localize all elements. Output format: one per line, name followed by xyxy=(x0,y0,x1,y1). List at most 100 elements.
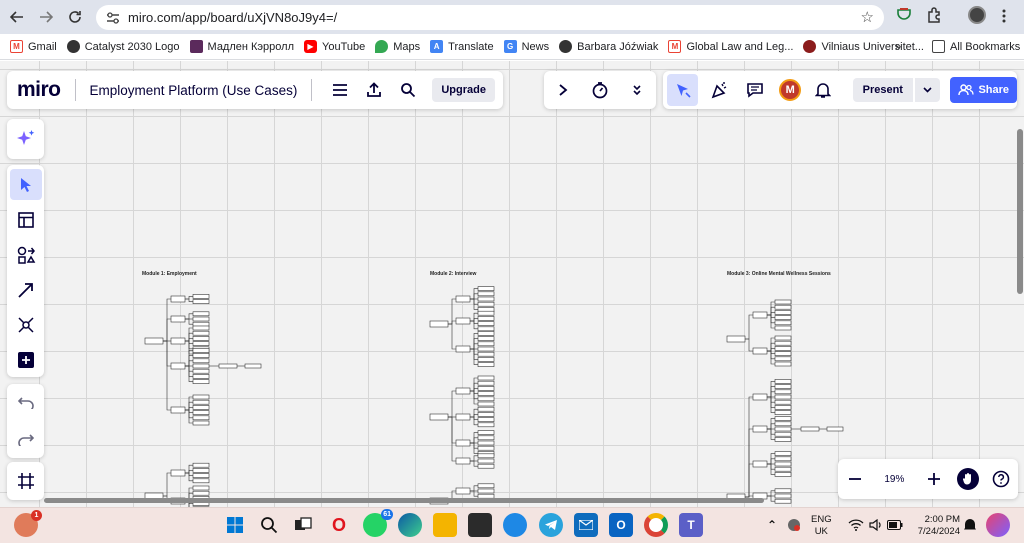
bookmark-news[interactable]: G News xyxy=(503,40,549,53)
mind-map-node[interactable] xyxy=(192,294,210,299)
safari-icon[interactable] xyxy=(503,513,527,537)
bookmark-maps[interactable]: Maps xyxy=(375,40,420,53)
mind-map-node[interactable] xyxy=(774,431,792,437)
telegram-icon[interactable] xyxy=(539,513,563,537)
mind-map-node[interactable] xyxy=(192,316,210,322)
mind-map-node[interactable] xyxy=(477,445,495,451)
mind-map-node[interactable] xyxy=(477,331,495,336)
mind-map-node[interactable] xyxy=(752,311,768,319)
mind-map-node[interactable] xyxy=(192,478,210,484)
search-icon[interactable] xyxy=(257,513,281,537)
mind-map-node[interactable] xyxy=(477,341,495,347)
mind-map-node[interactable] xyxy=(192,311,210,317)
mind-map-node[interactable] xyxy=(774,466,792,472)
mind-map-node[interactable] xyxy=(455,439,471,447)
mind-map-node[interactable] xyxy=(774,405,792,410)
mind-map-node[interactable] xyxy=(192,321,210,327)
file-explorer-icon[interactable] xyxy=(433,513,457,537)
mind-map-node[interactable] xyxy=(192,485,210,491)
clock[interactable]: 2:00 PM 7/24/2024 xyxy=(910,514,960,538)
bookmark-vilnius[interactable]: Vilniaus Universitet... xyxy=(803,40,924,53)
mind-map-node[interactable] xyxy=(218,363,238,369)
mind-map-node[interactable] xyxy=(192,368,210,374)
mind-map-node[interactable] xyxy=(192,405,210,410)
mind-map-node[interactable] xyxy=(192,410,210,415)
mind-map-node[interactable] xyxy=(477,386,495,391)
mind-map-node[interactable] xyxy=(429,413,449,421)
miro-canvas[interactable]: miro Employment Platform (Use Cases) Upg… xyxy=(0,61,1024,507)
mind-map-node[interactable] xyxy=(170,315,186,323)
mind-map-node[interactable] xyxy=(774,335,792,341)
back-arrow-icon[interactable] xyxy=(4,4,30,30)
mind-map-node[interactable] xyxy=(774,410,792,415)
mind-map-node[interactable] xyxy=(477,291,495,297)
windows-start-icon[interactable] xyxy=(223,513,247,537)
mind-map-node[interactable] xyxy=(774,437,792,442)
mind-map-node[interactable] xyxy=(477,380,495,386)
mind-map-node[interactable] xyxy=(774,456,792,462)
battery-icon[interactable] xyxy=(883,513,907,537)
mind-map-node[interactable] xyxy=(429,320,449,328)
mind-map-node[interactable] xyxy=(752,425,768,433)
mind-map-node[interactable] xyxy=(455,487,471,495)
mind-map-node[interactable] xyxy=(477,286,495,291)
mind-map-node[interactable] xyxy=(192,473,210,478)
mind-map-node[interactable] xyxy=(774,379,792,384)
mind-map-node[interactable] xyxy=(477,296,495,302)
mind-map-node[interactable] xyxy=(477,357,495,362)
mind-map-node[interactable] xyxy=(800,426,820,432)
mind-map-node[interactable] xyxy=(477,396,495,402)
mind-map-node[interactable] xyxy=(477,422,495,428)
mind-map-node[interactable] xyxy=(774,315,792,320)
mind-map-node[interactable] xyxy=(774,351,792,356)
mind-map-node[interactable] xyxy=(192,330,210,336)
mind-map-node[interactable] xyxy=(477,412,495,417)
mind-map-node[interactable] xyxy=(170,295,186,303)
notification-bell-icon[interactable] xyxy=(958,513,982,537)
mind-map-node[interactable] xyxy=(192,353,210,358)
more-bookmarks-button[interactable]: » xyxy=(895,41,901,53)
mind-map-node[interactable] xyxy=(192,358,210,364)
mail-icon[interactable] xyxy=(574,513,598,537)
mind-map-node[interactable] xyxy=(477,463,495,469)
mind-map-node[interactable] xyxy=(192,363,210,369)
task-view-icon[interactable] xyxy=(291,513,315,537)
mind-map-node[interactable] xyxy=(752,393,768,401)
mind-map-node[interactable] xyxy=(774,451,792,456)
mind-map-node[interactable] xyxy=(477,310,495,316)
mind-map-node[interactable] xyxy=(826,426,844,432)
chevron-up-icon[interactable]: ⌃ xyxy=(760,513,784,537)
mind-map-node[interactable] xyxy=(192,415,210,421)
mind-map-node[interactable] xyxy=(477,406,495,412)
mind-map-node[interactable] xyxy=(192,490,210,496)
mind-map-node[interactable] xyxy=(774,320,792,326)
mind-map-node[interactable] xyxy=(774,472,792,477)
mind-map-node[interactable] xyxy=(477,417,495,422)
bookmark-star-icon[interactable]: ☆ xyxy=(861,8,874,26)
mind-map-node[interactable] xyxy=(752,347,768,355)
bookmark-youtube[interactable]: ▶ YouTube xyxy=(304,40,365,53)
mind-map-node[interactable] xyxy=(455,295,471,303)
mind-map-node[interactable] xyxy=(170,337,186,345)
teams-icon[interactable]: T xyxy=(679,513,703,537)
mind-map-node[interactable] xyxy=(774,394,792,400)
mind-map-node[interactable] xyxy=(774,488,792,494)
mind-map-node[interactable] xyxy=(192,299,210,304)
all-bookmarks[interactable]: All Bookmarks xyxy=(932,40,1020,53)
mind-map-diagrams[interactable] xyxy=(0,61,1024,507)
mind-map-node[interactable] xyxy=(455,317,471,325)
bookmark-gmail[interactable]: M Gmail xyxy=(10,40,57,53)
mind-map-node[interactable] xyxy=(774,389,792,395)
bookmark-barbara[interactable]: Barbara Jóźwiak xyxy=(559,40,658,53)
mind-map-node[interactable] xyxy=(477,307,495,312)
reload-icon[interactable] xyxy=(62,4,88,30)
mind-map-node[interactable] xyxy=(192,348,210,353)
mind-map-node[interactable] xyxy=(774,340,792,346)
bookmark-global-law[interactable]: M Global Law and Leg... xyxy=(668,40,793,53)
microsoft-store-icon[interactable] xyxy=(468,513,492,537)
whatsapp-icon[interactable]: 61 xyxy=(363,509,393,537)
mind-map-node[interactable] xyxy=(192,379,210,384)
site-settings-icon[interactable] xyxy=(104,9,122,27)
copilot-icon[interactable] xyxy=(986,513,1010,537)
mind-map-node[interactable] xyxy=(774,461,792,467)
